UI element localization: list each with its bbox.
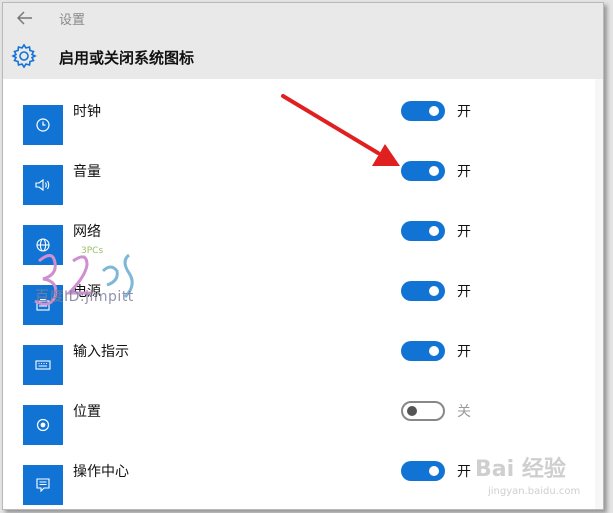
watermark-left-text: 百度ID:jimpitt [35,289,134,305]
settings-window: 设置 启用或关闭系统图标 时钟 开 音量 开 网络 开 电源 开 输入指示 开 … [2,2,604,510]
annotation-arrow-icon [281,94,400,166]
watermark-right-subtext: jingyan.baidu.com [488,486,581,497]
watermark-right-text: Bai 经验 [475,457,566,482]
